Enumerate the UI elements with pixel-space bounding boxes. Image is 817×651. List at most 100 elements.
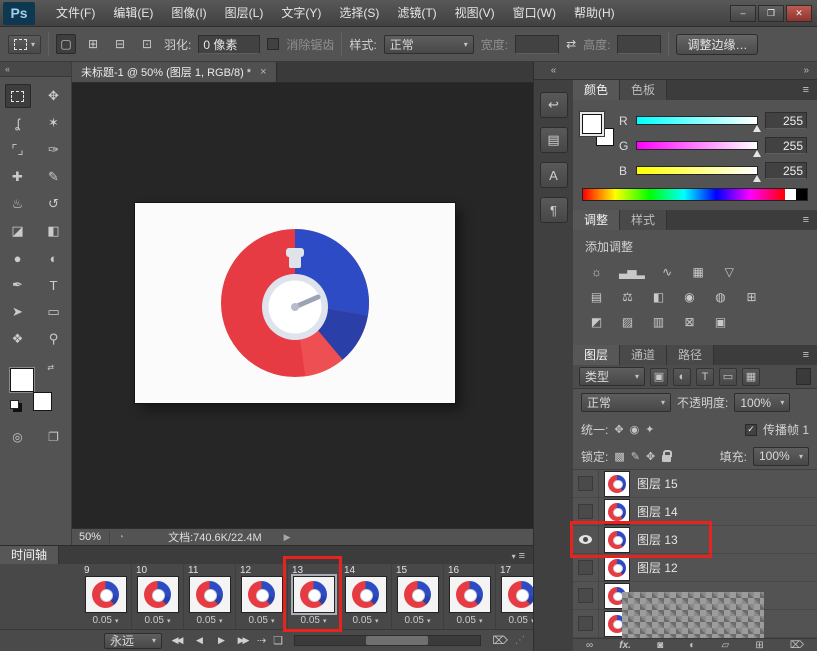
eraser-tool[interactable]: ◪	[5, 219, 31, 243]
previous-frame-button[interactable]: ◀	[191, 635, 206, 646]
layer-thumbnail[interactable]	[604, 527, 630, 553]
close-tab-icon[interactable]: ×	[260, 66, 266, 78]
frame-15[interactable]: 15 0.05▾	[392, 564, 444, 629]
type-tool[interactable]: T	[41, 273, 67, 297]
visibility-toggle[interactable]	[573, 498, 599, 525]
lock-all-icon[interactable]	[662, 455, 671, 462]
link-layers-icon[interactable]: ∞	[586, 640, 593, 651]
adjustment-layer-icon[interactable]: ◐	[689, 640, 695, 651]
scrollbar-thumb[interactable]	[366, 636, 428, 645]
adjustment-gradient-map-icon[interactable]: ⊠	[681, 315, 697, 329]
move-tool[interactable]: ✥	[41, 84, 67, 108]
blue-value-input[interactable]	[765, 162, 807, 179]
swap-colors-icon[interactable]: ⇄	[47, 363, 54, 372]
unify-style-icon[interactable]: ✦	[645, 423, 654, 436]
frame-thumbnail[interactable]	[501, 576, 534, 613]
background-color-swatch[interactable]	[33, 392, 52, 411]
layer-row-13[interactable]: 图层 13	[573, 526, 817, 554]
frame-11[interactable]: 11 0.05▾	[184, 564, 236, 629]
dodge-tool[interactable]: ◐	[41, 246, 67, 270]
frame-delay[interactable]: 0.05▾	[197, 615, 223, 626]
opacity-select[interactable]: 100% ▾	[734, 393, 790, 412]
menu-filter[interactable]: 滤镜(T)	[388, 0, 445, 26]
healing-brush-tool[interactable]: ✚	[5, 165, 31, 189]
layer-name[interactable]: 图层 12	[637, 559, 678, 576]
frame-thumbnail[interactable]	[189, 576, 231, 613]
frame-delay[interactable]: 0.05▾	[249, 615, 275, 626]
menu-view[interactable]: 视图(V)	[446, 0, 504, 26]
frame-thumbnail[interactable]	[397, 576, 439, 613]
history-panel-icon[interactable]: ↩	[540, 92, 568, 118]
slider-handle[interactable]	[753, 125, 761, 132]
red-value-input[interactable]	[765, 112, 807, 129]
frame-delay[interactable]: 0.05▾	[457, 615, 483, 626]
shape-filter-icon[interactable]: ▭	[719, 368, 737, 386]
tab-adjustments[interactable]: 调整	[573, 210, 620, 230]
panel-menu-icon[interactable]: ▾≡	[504, 546, 533, 564]
menu-select[interactable]: 选择(S)	[330, 0, 388, 26]
rectangular-marquee-tool[interactable]	[5, 84, 31, 108]
swap-dimensions-icon[interactable]: ⇄	[566, 37, 576, 51]
pixel-filter-icon[interactable]: ▣	[650, 368, 668, 386]
tab-timeline[interactable]: 时间轴	[0, 546, 59, 564]
slider-handle[interactable]	[753, 150, 761, 157]
delete-frame-icon[interactable]: ⌦	[492, 634, 508, 647]
style-select[interactable]: 正常 ▾	[384, 35, 474, 54]
red-slider[interactable]	[636, 116, 758, 125]
new-group-icon[interactable]: ▱	[721, 640, 729, 651]
adjustment-channel-mixer-icon[interactable]: ◍	[712, 290, 728, 304]
adjustment-posterize-icon[interactable]: ▨	[619, 315, 635, 329]
quick-mask-button[interactable]: ◎	[7, 427, 29, 447]
frame-9[interactable]: 9 0.05▾	[80, 564, 132, 629]
layer-thumbnail[interactable]	[604, 471, 630, 497]
hand-tool[interactable]: ❖	[5, 327, 31, 351]
duplicate-frame-button[interactable]: ❏	[273, 634, 283, 647]
menu-edit[interactable]: 编辑(E)	[104, 0, 162, 26]
paragraph-panel-icon[interactable]: ¶	[540, 197, 568, 223]
loop-select[interactable]: 永远 ▾	[104, 633, 162, 649]
menu-type[interactable]: 文字(Y)	[272, 0, 330, 26]
panel-menu-icon[interactable]: ≡	[795, 210, 817, 230]
tab-channels[interactable]: 通道	[620, 345, 667, 365]
layer-filter-select[interactable]: 类型 ▾	[579, 367, 645, 386]
tool-preset-picker[interactable]: ▾	[8, 35, 41, 54]
adjustment-selective-color-icon[interactable]: ▣	[712, 315, 728, 329]
frame-delay[interactable]: 0.05▾	[509, 615, 534, 626]
width-input[interactable]	[515, 35, 559, 54]
lock-transparency-icon[interactable]: ▩	[614, 450, 624, 463]
subtract-selection-button[interactable]: ⊟	[110, 34, 130, 54]
next-frame-button[interactable]: ▶▶	[235, 635, 250, 646]
frame-13-selected[interactable]: 13 0.05▾	[288, 564, 340, 629]
intersect-selection-button[interactable]: ⊡	[137, 34, 157, 54]
visibility-toggle[interactable]	[573, 470, 599, 497]
frame-thumbnail[interactable]	[449, 576, 491, 613]
propagate-frame-checkbox[interactable]: ✓	[745, 424, 757, 436]
panel-menu-icon[interactable]: ≡	[795, 345, 817, 365]
menu-window[interactable]: 窗口(W)	[504, 0, 565, 26]
frame-thumbnail[interactable]	[345, 576, 387, 613]
layer-filter-toggle[interactable]	[796, 368, 811, 385]
canvas-area[interactable]	[72, 83, 533, 528]
pen-tool[interactable]: ✒	[5, 273, 31, 297]
gradient-tool[interactable]: ◧	[41, 219, 67, 243]
history-brush-tool[interactable]: ↺	[41, 192, 67, 216]
new-selection-button[interactable]: ▢	[56, 34, 76, 54]
adjustment-invert-icon[interactable]: ◩	[588, 315, 604, 329]
adjustment-hue-saturation-icon[interactable]: ▤	[588, 290, 604, 304]
visibility-toggle[interactable]	[573, 610, 599, 637]
slider-handle[interactable]	[753, 175, 761, 182]
color-spectrum-bar[interactable]	[583, 189, 785, 200]
lock-pixels-icon[interactable]: ✎	[631, 450, 640, 463]
layer-row[interactable]: 图层 12	[573, 554, 817, 582]
height-input[interactable]	[617, 35, 661, 54]
magic-wand-tool[interactable]: ✶	[41, 111, 67, 135]
frame-delay[interactable]: 0.05▾	[145, 615, 171, 626]
adjustment-exposure-icon[interactable]: ▦	[690, 265, 706, 279]
adjustment-brightness-icon[interactable]: ☼	[588, 265, 604, 279]
add-mask-icon[interactable]: ◙	[657, 640, 663, 651]
frame-10[interactable]: 10 0.05▾	[132, 564, 184, 629]
brush-tool[interactable]: ✎	[41, 165, 67, 189]
adjustment-filter-icon[interactable]: ◐	[673, 368, 691, 386]
tab-color[interactable]: 颜色	[573, 80, 620, 100]
layer-thumbnail[interactable]	[604, 499, 630, 525]
